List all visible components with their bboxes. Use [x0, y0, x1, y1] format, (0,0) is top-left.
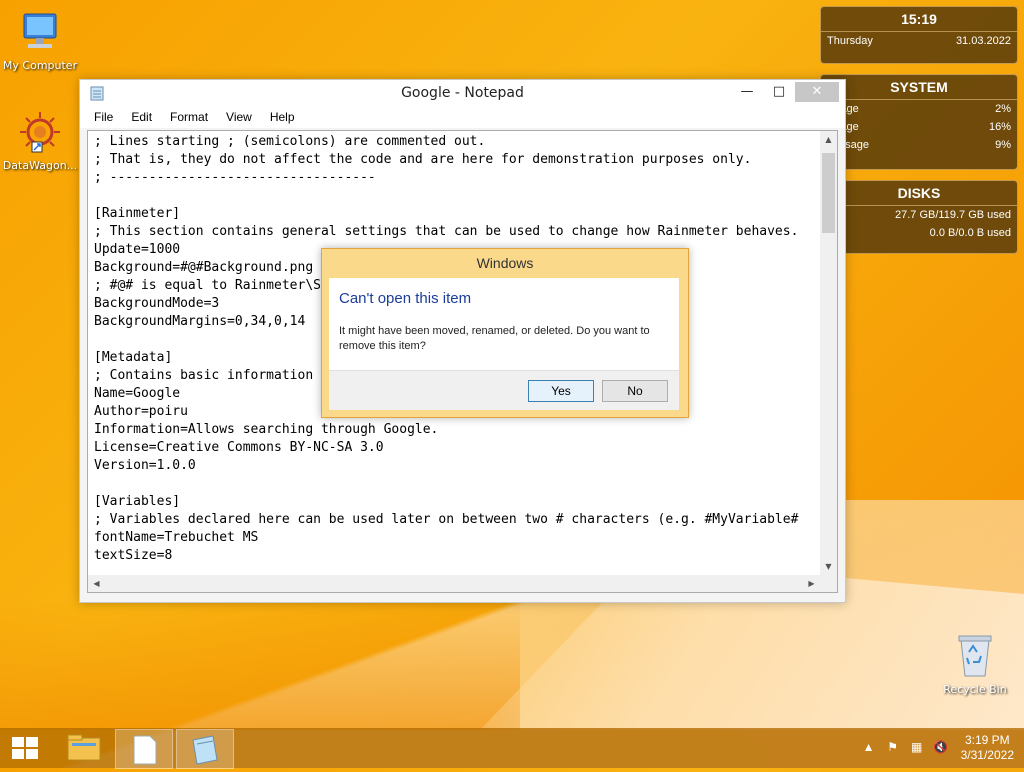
- system-gadget: SYSTEM Usage 2% Usage 16% P Usage 9%: [820, 74, 1018, 170]
- close-button[interactable]: ✕: [795, 82, 839, 102]
- disk-row: 27.7 GB/119.7 GB used: [821, 206, 1017, 224]
- notepad-app-icon: [192, 735, 218, 765]
- wallpaper-shade: [0, 600, 520, 730]
- menu-view[interactable]: View: [226, 110, 252, 124]
- dialog-footer: Yes No: [329, 370, 679, 410]
- scroll-left-arrow-icon[interactable]: ◀: [88, 575, 105, 592]
- editor-line: ; That is, they do not affect the code a…: [94, 152, 752, 167]
- menu-format[interactable]: Format: [170, 110, 208, 124]
- maximize-button[interactable]: □: [763, 82, 795, 102]
- volume-muted-icon[interactable]: 🔇: [933, 740, 949, 756]
- system-row: P Usage 9%: [821, 136, 1017, 154]
- scroll-thumb[interactable]: [822, 153, 835, 233]
- desktop-icon-my-computer[interactable]: My Computer: [0, 10, 80, 72]
- menu-bar: File Edit Format View Help: [80, 106, 845, 128]
- show-hidden-icons-icon[interactable]: ▲: [861, 740, 877, 756]
- desktop-icon-label: My Computer: [2, 59, 78, 72]
- editor-line: ; Lines starting ; (semicolons) are comm…: [94, 134, 486, 149]
- document-icon: [133, 735, 157, 765]
- desktop-icon-datawagon[interactable]: DataWagon...: [0, 110, 80, 172]
- scroll-right-arrow-icon[interactable]: ▶: [803, 575, 820, 592]
- desktop-icon-label: DataWagon...: [2, 159, 78, 172]
- taskbar: ▲ ⚑ ▦ 🔇 3:19 PM 3/31/2022: [0, 728, 1024, 769]
- network-icon[interactable]: ▦: [909, 740, 925, 756]
- error-dialog[interactable]: Windows Can't open this item It might ha…: [321, 248, 689, 418]
- taskbar-time: 3:19 PM: [964, 733, 1010, 747]
- menu-edit[interactable]: Edit: [131, 110, 152, 124]
- editor-line: License=Creative Commons BY-NC-SA 3.0: [94, 440, 384, 455]
- windows-start-icon[interactable]: [12, 737, 38, 759]
- taskbar-date: 3/31/2022: [960, 748, 1014, 762]
- folder-icon: [67, 734, 101, 761]
- disks-gadget: DISKS 27.7 GB/119.7 GB used 0.0 B/0.0 B …: [820, 180, 1018, 254]
- gadget-time: 15:19: [821, 7, 1017, 32]
- dialog-heading: Can't open this item: [339, 290, 472, 307]
- recycle-bin-icon: [935, 632, 1015, 681]
- editor-line: fontName=Trebuchet MS: [94, 530, 259, 545]
- clock-gadget: 15:19 Thursday 31.03.2022: [820, 6, 1018, 64]
- vertical-scrollbar[interactable]: ▲ ▼: [820, 131, 837, 575]
- editor-line: Information=Allows searching through Goo…: [94, 422, 439, 437]
- taskbar-notepad[interactable]: [176, 729, 234, 769]
- gadget-title: SYSTEM: [821, 75, 1017, 100]
- system-row-value: 2%: [995, 103, 1011, 115]
- no-button[interactable]: No: [602, 380, 668, 402]
- system-row-value: 16%: [988, 121, 1011, 133]
- scroll-down-arrow-icon[interactable]: ▼: [820, 558, 837, 575]
- desktop-icon-recycle-bin[interactable]: Recycle Bin: [935, 632, 1015, 696]
- dialog-title: Windows: [476, 255, 534, 271]
- editor-line: [Rainmeter]: [94, 206, 181, 221]
- desktop-icon-label: Recycle Bin: [943, 683, 1007, 696]
- menu-file[interactable]: File: [94, 110, 113, 124]
- disk-row-value: 0.0 B/0.0 B used: [929, 227, 1011, 239]
- editor-line: ; Variables declared here can be used la…: [94, 512, 799, 527]
- dialog-body: Can't open this item It might have been …: [329, 278, 679, 370]
- dialog-message: It might have been moved, renamed, or de…: [339, 325, 650, 352]
- scroll-up-arrow-icon[interactable]: ▲: [820, 131, 837, 148]
- horizontal-scrollbar[interactable]: ◀ ▶: [88, 575, 820, 592]
- computer-icon: [0, 10, 80, 57]
- system-row: Usage 16%: [821, 118, 1017, 136]
- disk-row-value: 27.7 GB/119.7 GB used: [895, 209, 1011, 221]
- menu-help[interactable]: Help: [270, 110, 295, 124]
- minimize-button[interactable]: —: [731, 82, 763, 102]
- taskbar-file-explorer[interactable]: [56, 729, 112, 767]
- editor-line: ; This section contains general settings…: [94, 224, 799, 239]
- action-center-flag-icon[interactable]: ⚑: [885, 740, 901, 756]
- editor-line: textSize=8: [94, 548, 173, 563]
- yes-button[interactable]: Yes: [528, 380, 594, 402]
- taskbar-clock[interactable]: 3:19 PM 3/31/2022: [961, 733, 1014, 763]
- scrollbar-corner: [820, 575, 837, 592]
- datawagon-sun-icon: [0, 110, 80, 157]
- gadget-date: 31.03.2022: [955, 35, 1011, 47]
- gadget-day: Thursday: [827, 35, 873, 47]
- system-row: Usage 2%: [821, 100, 1017, 118]
- system-row-value: 9%: [995, 139, 1011, 151]
- title-bar[interactable]: Google - Notepad — □ ✕: [80, 80, 845, 106]
- disk-row: 0.0 B/0.0 B used: [821, 224, 1017, 242]
- editor-line: [Variables]: [94, 494, 181, 509]
- editor-line: Version=1.0.0: [94, 458, 196, 473]
- editor-line: ; ----------------------------------: [94, 170, 376, 185]
- taskbar-notepad-document[interactable]: [115, 729, 173, 769]
- system-tray: ▲ ⚑ ▦ 🔇 3:19 PM 3/31/2022: [853, 728, 1024, 768]
- gadget-title: DISKS: [821, 181, 1017, 206]
